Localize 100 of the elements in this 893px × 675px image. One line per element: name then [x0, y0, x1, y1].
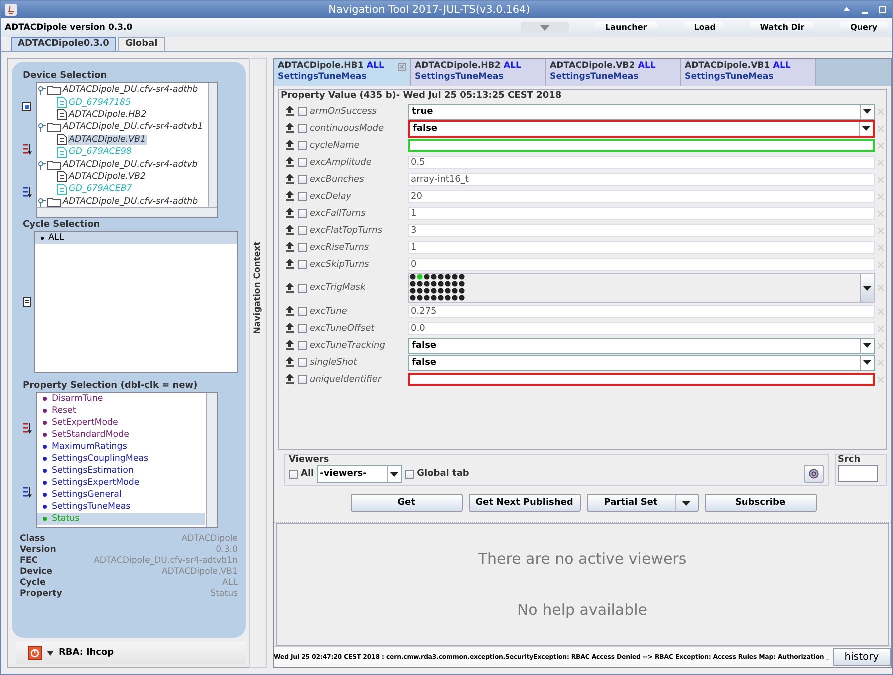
toolbar-button[interactable]: Query: [840, 22, 888, 34]
dropdown[interactable]: false: [408, 354, 875, 370]
search-field[interactable]: [838, 465, 878, 482]
property-tab[interactable]: ADTACDipole.VB1 ALL SettingsTuneMeas: [681, 59, 816, 86]
upload-icon[interactable]: [285, 191, 295, 202]
tree-handle-icon[interactable]: [38, 196, 46, 207]
tree-item[interactable]: ADTACDipole.VB2: [68, 172, 148, 182]
upload-icon[interactable]: [285, 259, 295, 270]
upload-icon[interactable]: [285, 174, 295, 185]
sort-icon[interactable]: [22, 422, 32, 434]
checkbox[interactable]: [289, 470, 298, 478]
property-item[interactable]: SettingsTuneMeas: [37, 501, 205, 513]
sort-icon[interactable]: [22, 486, 32, 498]
input-field[interactable]: 1: [408, 241, 875, 254]
tree-item[interactable]: ADTACDipole_DU.cfv-sr4-adthb: [62, 85, 200, 96]
dropdown[interactable]: false: [408, 338, 875, 354]
property-tab[interactable]: ADTACDipole.HB1 ALL SettingsTuneMeas: [274, 59, 411, 86]
caret-icon[interactable]: [47, 650, 54, 656]
expand-icon[interactable]: [22, 102, 32, 112]
input-field[interactable]: 0.0: [408, 322, 875, 335]
property-item[interactable]: MaximumRatings: [37, 441, 205, 453]
sort-icon[interactable]: [22, 186, 32, 198]
checkbox[interactable]: [298, 260, 307, 269]
dropdown[interactable]: false: [408, 120, 875, 138]
upload-icon[interactable]: [285, 208, 295, 219]
checkbox[interactable]: [298, 341, 307, 350]
navigation-context-bar[interactable]: Navigation Context: [249, 58, 267, 668]
upload-icon[interactable]: [285, 340, 295, 351]
property-tab[interactable]: ADTACDipole.HB2 ALL SettingsTuneMeas: [411, 59, 546, 86]
property-item[interactable]: SetExpertMode: [37, 417, 205, 429]
checkbox[interactable]: [298, 226, 307, 235]
property-tab[interactable]: ADTACDipole.VB2 ALL SettingsTuneMeas: [546, 59, 681, 86]
checkbox[interactable]: [298, 192, 307, 201]
power-icon[interactable]: [28, 646, 42, 660]
upload-icon[interactable]: [285, 282, 295, 294]
cycle-item[interactable]: ALL: [34, 232, 237, 244]
action-button[interactable]: Get: [350, 494, 462, 512]
input-field[interactable]: 20: [408, 190, 875, 203]
checkbox[interactable]: [298, 375, 307, 384]
tree-item[interactable]: ADTACDipole_DU.cfv-sr4-adtvb: [62, 160, 199, 170]
input-field[interactable]: [408, 373, 875, 386]
toolbar-button[interactable]: Load: [684, 22, 724, 34]
property-item[interactable]: DisarmTune: [37, 393, 205, 405]
checkbox[interactable]: [298, 284, 307, 292]
checkbox[interactable]: [298, 324, 307, 333]
tree-handle-icon[interactable]: [38, 160, 46, 170]
tree-item[interactable]: ADTACDipole_DU.cfv-sr4-adthb: [62, 196, 200, 207]
input-field[interactable]: 0.5: [408, 156, 875, 169]
upload-icon[interactable]: [285, 157, 295, 168]
refresh-button[interactable]: [804, 465, 824, 483]
checkbox[interactable]: [298, 175, 307, 184]
document-icon[interactable]: [22, 297, 31, 307]
restore-icon[interactable]: [878, 4, 888, 14]
dropdown[interactable]: true: [408, 104, 875, 120]
upload-icon[interactable]: [285, 123, 295, 134]
upload-icon[interactable]: [285, 357, 295, 368]
input-field[interactable]: 1: [408, 207, 875, 220]
property-item[interactable]: Reset: [37, 405, 205, 417]
history-button[interactable]: history: [833, 648, 891, 666]
scrollbar[interactable]: [206, 393, 217, 527]
property-item[interactable]: SettingsCouplingMeas: [37, 453, 205, 465]
upload-icon[interactable]: [285, 306, 295, 317]
tree-item[interactable]: ADTACDipole_DU.cfv-sr4-adtvb1: [62, 122, 204, 132]
checkbox[interactable]: [298, 107, 307, 116]
tab[interactable]: ADTACDipole0.3.0: [11, 37, 116, 51]
action-button[interactable]: Get Next Published: [468, 494, 580, 512]
scrollbar[interactable]: [208, 83, 217, 207]
upload-icon[interactable]: [285, 323, 295, 334]
input-field[interactable]: array-int16_t: [408, 173, 875, 186]
property-item[interactable]: SetStandardMode: [37, 429, 205, 441]
checkbox[interactable]: [298, 124, 307, 133]
upload-icon[interactable]: [285, 374, 295, 385]
property-item[interactable]: SettingsEstimation: [37, 465, 205, 477]
bitmask-field[interactable]: [408, 273, 875, 303]
property-item[interactable]: SettingsExpertMode: [37, 477, 205, 489]
sort-icon[interactable]: [22, 142, 32, 155]
split-button[interactable]: Partial Set: [586, 494, 698, 512]
upload-icon[interactable]: [285, 242, 295, 253]
toolbar-button[interactable]: Launcher: [594, 22, 658, 34]
checkbox[interactable]: [298, 141, 307, 150]
tree-item[interactable]: ADTACDipole.VB1: [68, 134, 148, 145]
tree-handle-icon[interactable]: [38, 85, 46, 96]
checkbox[interactable]: [298, 307, 307, 316]
tab[interactable]: Global: [118, 37, 165, 51]
checkbox[interactable]: [298, 358, 307, 367]
close-icon[interactable]: [398, 63, 406, 71]
checkbox[interactable]: [298, 209, 307, 218]
input-field[interactable]: 0.275: [408, 305, 875, 318]
input-field[interactable]: [408, 139, 875, 152]
tree-handle-icon[interactable]: [38, 122, 46, 132]
checkbox[interactable]: [298, 243, 307, 252]
input-field[interactable]: 3: [408, 224, 875, 237]
property-item[interactable]: SettingsGeneral: [37, 489, 205, 501]
checkbox[interactable]: [298, 158, 307, 167]
upload-icon[interactable]: [285, 225, 295, 236]
checkbox[interactable]: [405, 470, 414, 478]
viewers-dropdown[interactable]: -viewers-: [317, 465, 402, 483]
scrollbar[interactable]: [37, 207, 217, 217]
action-button[interactable]: Subscribe: [704, 494, 816, 512]
toolbar-dropdown[interactable]: [520, 22, 569, 33]
